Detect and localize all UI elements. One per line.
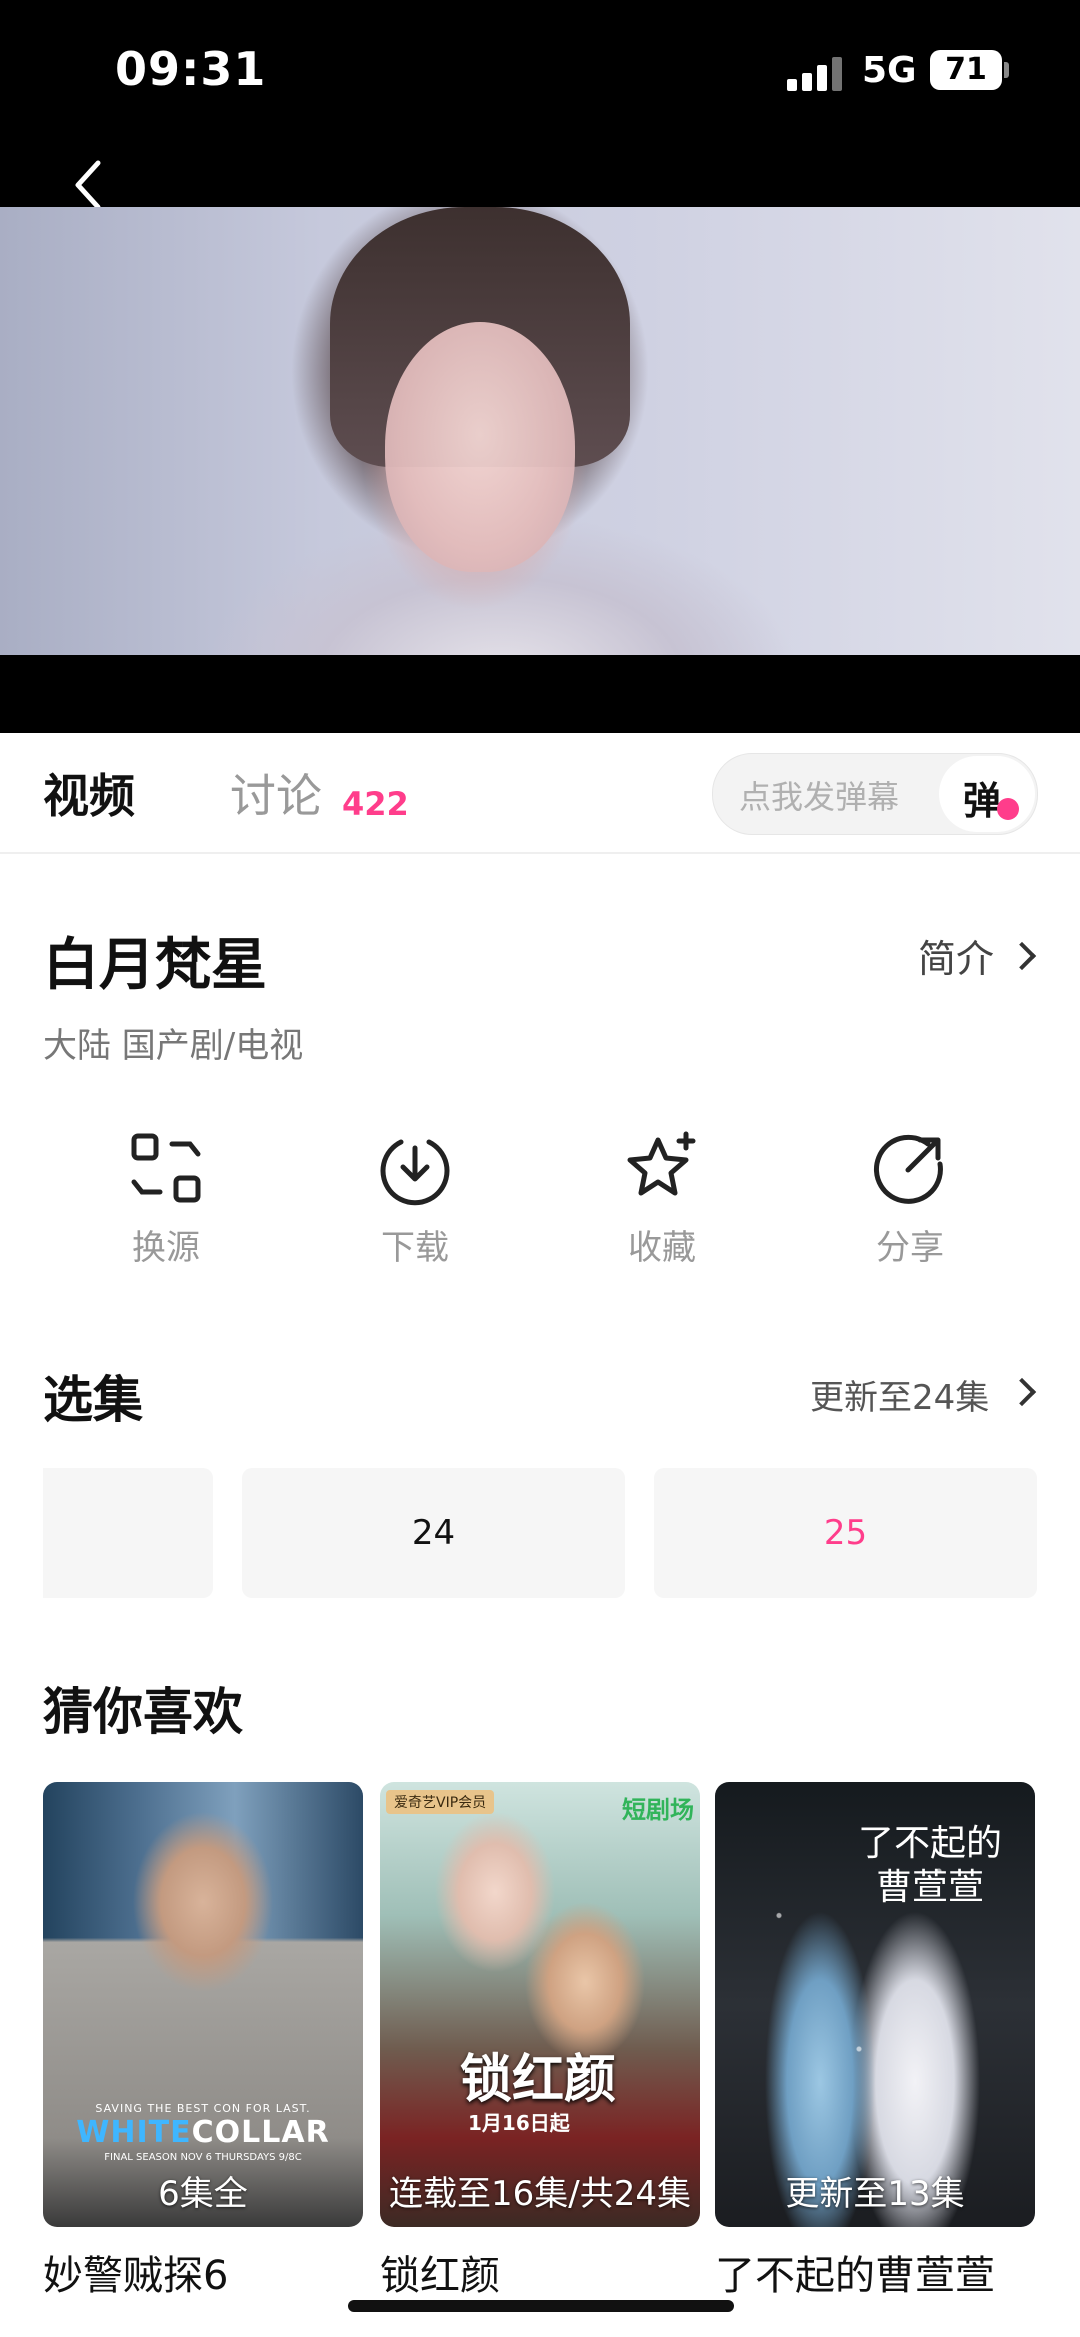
home-indicator[interactable] xyxy=(348,2300,734,2312)
recommend-card-title[interactable]: 了不起的曹萱萱 xyxy=(715,2243,995,2301)
danmaku-toggle-button[interactable]: 弹 xyxy=(939,756,1035,832)
danmaku-placeholder: 点我发弹幕 xyxy=(739,778,900,816)
short-drama-tag: 短剧场 xyxy=(622,1796,694,1824)
danmaku-on-check-icon xyxy=(997,798,1019,820)
switch-source-button[interactable]: 换源 xyxy=(81,1130,251,1269)
episodes-title: 选集 xyxy=(43,1371,143,1429)
card-badge: 6集全 xyxy=(158,2174,248,2214)
card-badge: 更新至13集 xyxy=(785,2174,965,2214)
share-button[interactable]: 分享 xyxy=(825,1130,995,1269)
share-icon xyxy=(873,1134,943,1204)
video-figure-face xyxy=(385,322,575,572)
recommend-title: 猜你喜欢 xyxy=(43,1683,243,1741)
recommend-card[interactable]: SAVING THE BEST CON FOR LAST. WHITECOLLA… xyxy=(43,1782,363,2227)
show-meta: 大陆 国产剧/电视 xyxy=(43,1026,304,1066)
download-button[interactable]: 下载 xyxy=(330,1130,500,1269)
back-arrow-icon[interactable] xyxy=(60,155,120,215)
chevron-right-icon[interactable] xyxy=(1007,1377,1037,1407)
recommend-card[interactable]: 爱奇艺VIP会员 短剧场 锁红颜 1月16日起 连载至16集/共24集 xyxy=(380,1782,700,2227)
recommend-card-title[interactable]: 妙警贼探6 xyxy=(43,2243,228,2301)
poster-logo-b: COLLAR xyxy=(191,2115,330,2150)
recommend-card-title[interactable]: 锁红颜 xyxy=(380,2243,500,2301)
discuss-count-badge: 422 xyxy=(342,785,409,823)
card-badge: 连载至16集/共24集 xyxy=(389,2174,691,2214)
episode-item[interactable] xyxy=(43,1468,213,1598)
poster-date: 1月16日起 xyxy=(468,2111,570,2135)
intro-link[interactable]: 简介 xyxy=(918,928,994,983)
video-frame[interactable] xyxy=(0,207,1080,655)
network-type: 5G xyxy=(862,50,917,91)
poster-tagline: SAVING THE BEST CON FOR LAST. xyxy=(95,2102,311,2115)
download-icon xyxy=(380,1139,450,1206)
tab-discuss[interactable]: 讨论 xyxy=(230,760,322,826)
tab-video[interactable]: 视频 xyxy=(43,760,135,826)
switch-source-label: 换源 xyxy=(132,1228,200,1268)
poster-text: SAVING THE BEST CON FOR LAST. WHITECOLLA… xyxy=(43,2102,363,2163)
switch-source-icon xyxy=(131,1133,201,1203)
poster-logo-a: WHITE xyxy=(76,2115,192,2150)
tab-divider xyxy=(0,852,1080,854)
signal-icon xyxy=(787,55,845,91)
status-time: 09:31 xyxy=(115,42,267,96)
share-label: 分享 xyxy=(876,1228,944,1268)
vip-tag: 爱奇艺VIP会员 xyxy=(386,1790,495,1814)
poster-title: 锁红颜 xyxy=(460,2049,617,2110)
show-title: 白月梵星 xyxy=(43,933,267,998)
chevron-right-icon[interactable] xyxy=(1007,941,1037,971)
recommend-card[interactable]: 了不起的曹萱萱 更新至13集 xyxy=(715,1782,1035,2227)
favorite-star-icon xyxy=(627,1131,696,1196)
favorite-button[interactable]: 收藏 xyxy=(577,1130,747,1269)
danmaku-button-label: 弹 xyxy=(963,779,1002,823)
poster-logo: WHITECOLLAR xyxy=(43,2115,363,2150)
episode-item-current[interactable]: 25 xyxy=(654,1468,1037,1598)
battery-icon: 71 xyxy=(930,50,1002,90)
danmaku-input[interactable]: 点我发弹幕 弹 xyxy=(712,753,1038,835)
favorite-label: 收藏 xyxy=(628,1228,696,1268)
poster-footer: FINAL SEASON NOV 6 THURSDAYS 9/8C xyxy=(104,2152,302,2163)
episodes-update-link[interactable]: 更新至24集 xyxy=(810,1370,989,1419)
download-label: 下载 xyxy=(381,1228,449,1268)
episode-item[interactable]: 24 xyxy=(242,1468,625,1598)
battery-tip xyxy=(1004,62,1009,78)
poster-title: 了不起的曹萱萱 xyxy=(857,1823,1002,1908)
